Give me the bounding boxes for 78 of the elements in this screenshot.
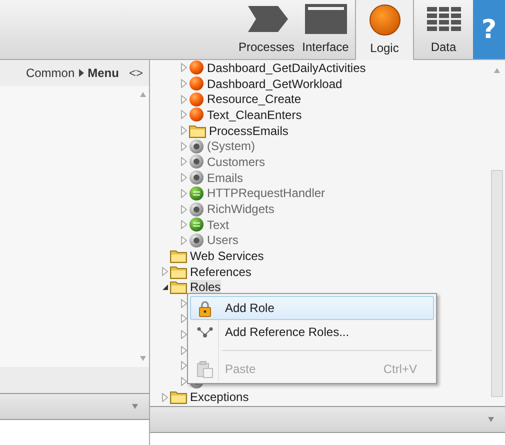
breadcrumb-arrow-icon: [78, 69, 84, 77]
folder-icon: [170, 390, 187, 404]
expand-arrow-icon[interactable]: [181, 377, 187, 386]
tree-item[interactable]: Dashboard_GetWorkload: [207, 76, 342, 91]
folder-icon: [170, 249, 187, 264]
ring-icon: [189, 202, 204, 217]
expand-arrow-icon[interactable]: [181, 236, 187, 245]
expand-arrow-icon[interactable]: [181, 63, 187, 72]
folder-icon: [170, 280, 187, 294]
dropdown-arrow-icon: [487, 416, 495, 424]
ring-icon: [189, 232, 204, 248]
toggle-button[interactable]: <>: [122, 66, 143, 80]
sphere-icon: [189, 92, 204, 107]
clipboard-icon: [197, 360, 213, 378]
scroll-up-icon: [139, 90, 147, 98]
collapse-arrow-icon[interactable]: [162, 284, 168, 291]
tree-item[interactable]: RichWidgets: [207, 202, 274, 216]
lock-icon: [199, 300, 211, 316]
expand-arrow-icon[interactable]: [181, 126, 187, 136]
collapsed-pane-header[interactable]: [0, 394, 149, 420]
dropdown-arrow-icon: [131, 402, 139, 410]
expand-arrow-icon[interactable]: [181, 204, 187, 214]
tree-item[interactable]: ProcessEmails: [209, 124, 288, 138]
tree-item[interactable]: Text_CleanEnters: [207, 108, 302, 122]
sphere-icon: [368, 3, 402, 37]
expand-arrow-icon[interactable]: [181, 94, 187, 104]
expand-arrow-icon[interactable]: [181, 79, 187, 88]
folder-icon: [170, 264, 187, 279]
tree-item[interactable]: Dashboard_GetDailyActivities: [207, 60, 366, 75]
tree-item[interactable]: References: [190, 264, 252, 279]
sphere-icon: [189, 76, 204, 92]
context-option[interactable]: Add Reference Roles...: [190, 320, 434, 344]
scroll-up-icon: [492, 66, 500, 74]
expand-arrow-icon[interactable]: [181, 173, 187, 182]
sphere-icon: [189, 107, 204, 122]
extension-icon: [189, 217, 204, 232]
expand-arrow-icon[interactable]: [181, 142, 187, 151]
tree-item[interactable]: Roles: [190, 280, 221, 294]
ring-icon: [189, 154, 204, 170]
grid-icon: [426, 6, 462, 32]
tree-item[interactable]: Users: [207, 233, 238, 248]
window-icon: [302, 3, 348, 35]
tree-item[interactable]: Customers: [207, 154, 266, 169]
expand-arrow-icon[interactable]: [181, 346, 187, 355]
folder-icon: [189, 124, 206, 138]
expand-arrow-icon[interactable]: [181, 330, 187, 340]
toolbar-tab[interactable]: Data: [414, 0, 473, 59]
expand-arrow-icon[interactable]: [181, 188, 187, 198]
toolbar-tab[interactable]: Logic: [355, 0, 414, 60]
breadcrumb-item[interactable]: Common: [26, 66, 75, 80]
toolbar-tab[interactable]: Processes: [237, 0, 296, 59]
expand-arrow-icon[interactable]: [181, 157, 187, 166]
scroll-down-icon: [139, 355, 147, 363]
tree-item[interactable]: Resource_Create: [207, 92, 302, 106]
expand-arrow-icon[interactable]: [162, 392, 168, 402]
tree-item[interactable]: Text: [207, 218, 230, 232]
help-button[interactable]: ?: [473, 0, 505, 59]
tree-item[interactable]: Exceptions: [190, 390, 249, 404]
context-option[interactable]: Add Role: [190, 296, 434, 320]
tree-item[interactable]: (System): [207, 139, 255, 154]
tree-item[interactable]: HTTPRequestHandler: [207, 186, 326, 200]
expand-arrow-icon[interactable]: [181, 314, 187, 324]
expand-arrow-icon[interactable]: [181, 110, 187, 120]
tree-item[interactable]: Web Services: [190, 249, 264, 264]
toolbar-tab[interactable]: Interface: [296, 0, 355, 59]
nodes-icon: [197, 326, 213, 338]
ring-icon: [189, 170, 204, 186]
sphere-icon: [189, 60, 204, 76]
expand-arrow-icon[interactable]: [181, 361, 187, 370]
ring-icon: [189, 138, 204, 154]
expand-arrow-icon[interactable]: [162, 267, 168, 276]
collapsed-pane-header[interactable]: [150, 407, 505, 433]
scrollbar-thumb[interactable]: [490, 170, 502, 397]
expand-arrow-icon[interactable]: [181, 220, 187, 230]
tree-item[interactable]: Emails: [207, 170, 244, 185]
breadcrumb-item[interactable]: Menu: [88, 66, 119, 80]
expand-arrow-icon[interactable]: [181, 298, 187, 308]
extension-icon: [189, 186, 204, 201]
